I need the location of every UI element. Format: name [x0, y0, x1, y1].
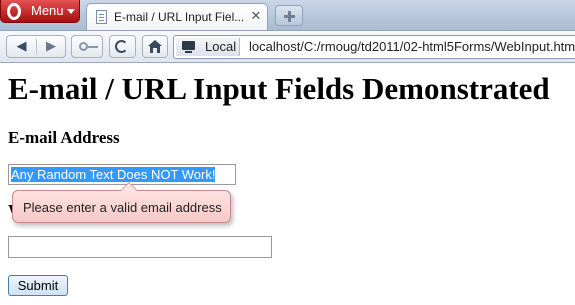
- back-arrow-icon[interactable]: ◀: [7, 36, 36, 57]
- reload-icon: [115, 40, 128, 53]
- key-button[interactable]: [71, 35, 103, 58]
- page-icon: [96, 10, 107, 24]
- home-icon: [148, 40, 162, 53]
- submit-button[interactable]: Submit: [8, 275, 68, 296]
- monitor-icon: [182, 41, 195, 53]
- tab-title: E-mail / URL Input Fiel...: [114, 10, 245, 24]
- home-button[interactable]: [142, 35, 168, 58]
- navigation-bar: ◀ ▶ Local localhost/C:/rmoug/td2011/02-h…: [0, 30, 575, 63]
- back-forward-group: ◀ ▶: [6, 35, 66, 58]
- url-field[interactable]: [8, 236, 272, 258]
- site-info-label: Local: [205, 39, 237, 54]
- forward-arrow-icon[interactable]: ▶: [37, 36, 65, 57]
- close-icon[interactable]: ✕: [249, 8, 263, 24]
- tab-active[interactable]: E-mail / URL Input Fiel... ✕: [86, 3, 268, 30]
- email-field-value: Any Random Text Does NOT Work!: [11, 167, 216, 182]
- email-label: E-mail Address: [8, 128, 120, 147]
- site-info-badge[interactable]: Local: [176, 38, 240, 56]
- new-tab-button[interactable]: [275, 5, 303, 26]
- validation-tooltip: Please enter a valid email address: [12, 182, 231, 223]
- validation-message: Please enter a valid email address: [23, 200, 222, 215]
- key-icon: [79, 42, 98, 51]
- reload-button[interactable]: [109, 35, 136, 58]
- menu-label: Menu: [31, 3, 64, 18]
- address-bar[interactable]: Local localhost/C:/rmoug/td2011/02-html5…: [173, 35, 575, 59]
- opera-menu-button[interactable]: Menu: [0, 0, 80, 23]
- opera-logo-icon: [7, 3, 21, 20]
- tab-strip: Menu E-mail / URL Input Fiel... ✕: [0, 0, 575, 30]
- page-title: E-mail / URL Input Fields Demonstrated: [8, 71, 550, 106]
- url-text[interactable]: localhost/C:/rmoug/td2011/02-html5Forms/…: [249, 39, 575, 54]
- chevron-down-icon: [67, 9, 75, 14]
- tooltip-arrow: [120, 182, 138, 191]
